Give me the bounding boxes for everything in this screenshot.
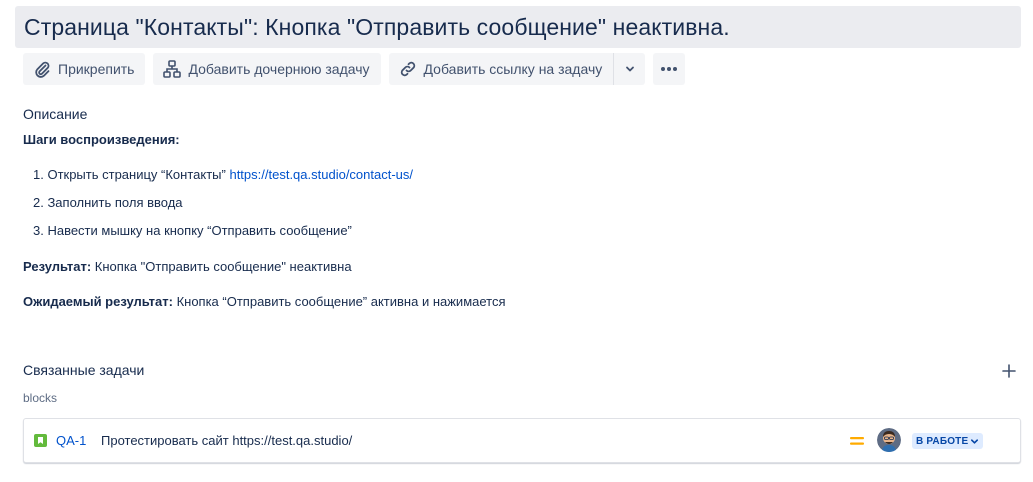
assignee-avatar[interactable] — [877, 428, 901, 452]
more-actions-button[interactable] — [653, 53, 686, 85]
attach-button[interactable]: Прикрепить — [23, 53, 146, 85]
linked-issues-heading: Связанные задачи — [23, 362, 145, 378]
linked-issue-key[interactable]: QA-1 — [56, 433, 86, 448]
description-body[interactable]: Шаги воспроизведения: 1. Открыть страниц… — [23, 132, 1013, 309]
add-link-label: Добавить ссылку на задачу — [423, 61, 603, 77]
result-label: Результат: — [23, 259, 92, 274]
plus-icon — [1002, 364, 1016, 378]
description-heading: Описание — [23, 106, 88, 122]
linked-issue-row[interactable]: QA-1 Протестировать сайт https://test.qa… — [23, 418, 1021, 463]
link-icon — [400, 61, 415, 77]
more-dots-icon — [661, 67, 678, 71]
status-badge[interactable]: В РАБОТЕ — [912, 433, 984, 449]
steps-title: Шаги воспроизведения: — [23, 132, 180, 147]
status-label: В РАБОТЕ — [916, 435, 969, 447]
hierarchy-icon — [163, 60, 182, 78]
result-text: Кнопка "Отправить сообщение" неактивна — [91, 259, 352, 274]
step-text: 1. Открыть страницу “Контакты” — [33, 167, 230, 182]
paperclip-icon — [35, 61, 50, 78]
issue-toolbar: Прикрепить Добавить дочернюю задачу Доба… — [23, 53, 686, 85]
story-type-icon — [34, 434, 47, 447]
issue-title[interactable]: Страница "Контакты": Кнопка "Отправить с… — [24, 14, 1012, 41]
link-relation-label: blocks — [23, 391, 58, 405]
expected-label: Ожидаемый результат: — [23, 294, 173, 309]
step-text: 2. Заполнить поля ввода — [33, 195, 183, 210]
chevron-down-icon — [625, 66, 634, 72]
chevron-down-icon — [971, 438, 979, 444]
add-child-issue-button[interactable]: Добавить дочернюю задачу — [153, 53, 381, 85]
attach-label: Прикрепить — [58, 61, 135, 77]
expected-text: Кнопка “Отправить сообщение” активна и н… — [172, 294, 506, 309]
steps-list: 1. Открыть страницу “Контакты” https://t… — [23, 167, 1013, 251]
contact-us-link[interactable]: https://test.qa.studio/contact-us/ — [229, 167, 413, 182]
issue-title-bar[interactable]: Страница "Контакты": Кнопка "Отправить с… — [15, 6, 1021, 48]
list-item: 3. Навести мышку на кнопку “Отправить со… — [33, 223, 1013, 251]
add-link-dropdown-button[interactable] — [613, 53, 646, 85]
add-issue-link-button[interactable]: Добавить ссылку на задачу — [388, 53, 614, 85]
step-text: 3. Навести мышку на кнопку “Отправить со… — [33, 223, 352, 238]
expected-result: Ожидаемый результат: Кнопка “Отправить с… — [23, 294, 1013, 309]
list-item: 1. Открыть страницу “Контакты” https://t… — [33, 167, 1013, 195]
list-item: 2. Заполнить поля ввода — [33, 195, 1013, 223]
add-linked-issue-button[interactable] — [998, 360, 1020, 382]
add-link-split-button: Добавить ссылку на задачу — [388, 53, 646, 85]
medium-priority-icon — [849, 434, 865, 451]
add-child-label: Добавить дочернюю задачу — [188, 61, 370, 77]
linked-issue-summary[interactable]: Протестировать сайт https://test.qa.stud… — [101, 433, 352, 448]
actual-result: Результат: Кнопка "Отправить сообщение" … — [23, 259, 1013, 274]
